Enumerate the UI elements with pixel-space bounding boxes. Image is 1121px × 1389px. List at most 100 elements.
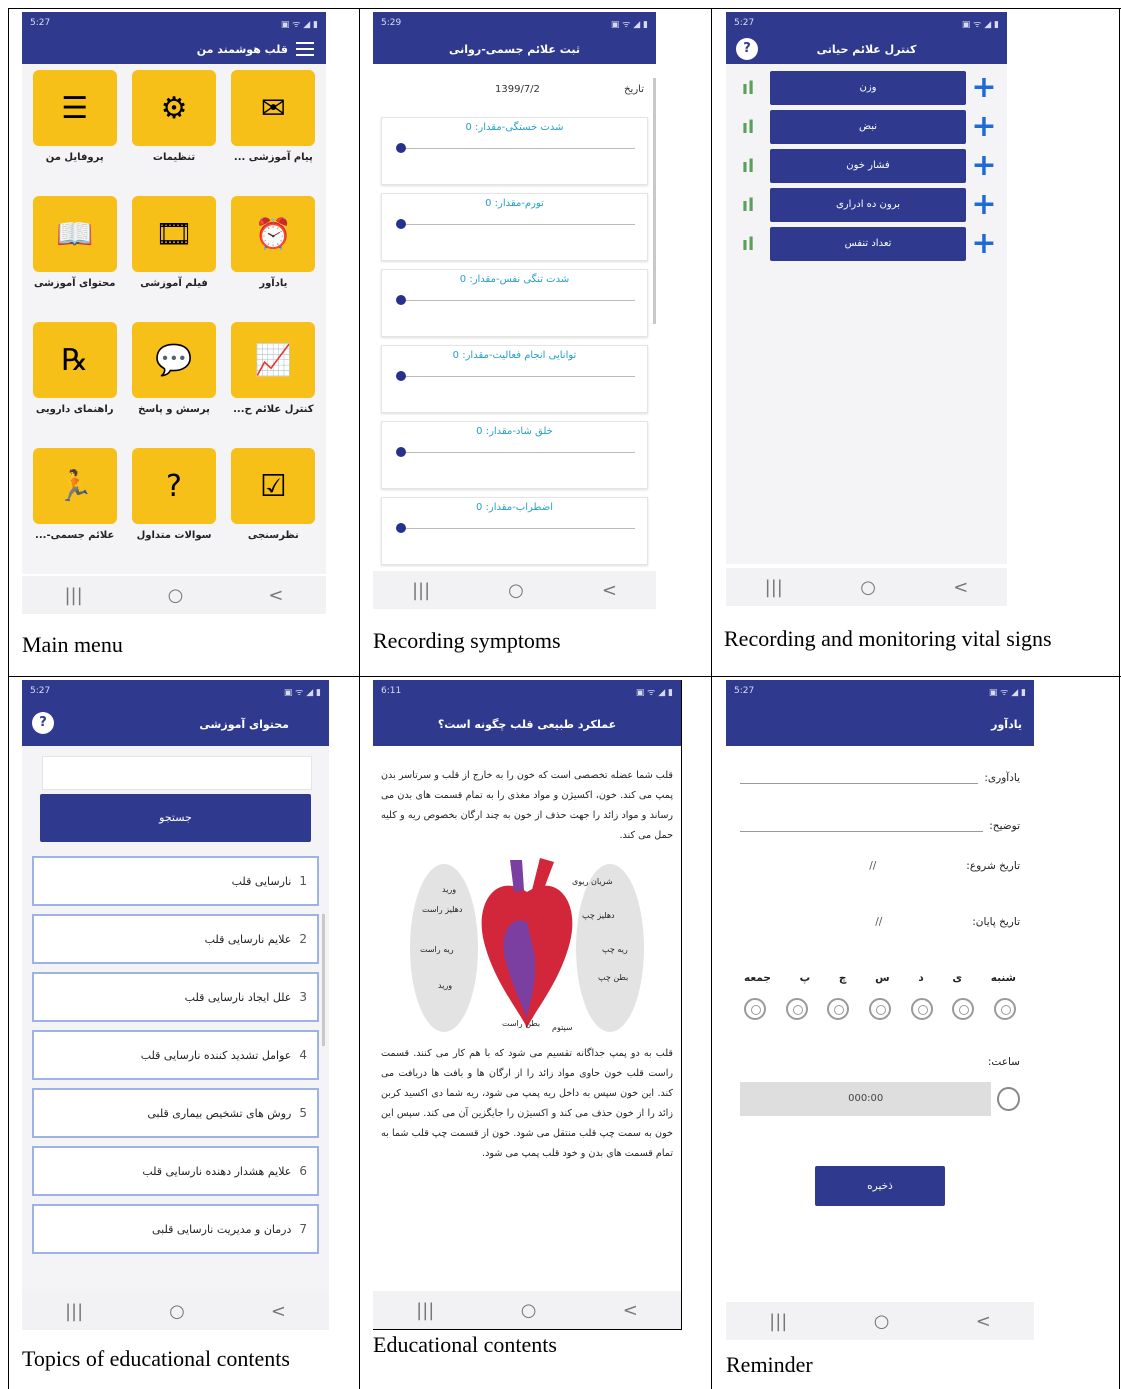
- menu-item[interactable]: 💬 پرسش و پاسخ: [129, 322, 218, 442]
- slider-track[interactable]: [398, 148, 635, 149]
- search-input[interactable]: [42, 756, 312, 790]
- recents-button[interactable]: |||: [769, 1311, 787, 1332]
- scrollbar[interactable]: [322, 914, 325, 1046]
- end-date-label: تاریخ پایان:: [972, 916, 1020, 928]
- add-icon[interactable]: +: [966, 112, 1002, 142]
- menu-item[interactable]: ☰ پروفایل من: [30, 70, 119, 190]
- menu-item[interactable]: ✉ پیام آموزشی ...: [229, 70, 318, 190]
- menu-item-icon: ℞: [32, 322, 117, 398]
- status-icons: ▣ ᯤ ◢ ▮: [988, 687, 1026, 698]
- slider-thumb[interactable]: [396, 295, 406, 305]
- home-button[interactable]: ○: [874, 1311, 890, 1332]
- weekday-radio[interactable]: [785, 998, 808, 1020]
- back-button[interactable]: <: [602, 580, 617, 601]
- topic-item[interactable]: 5 روش های تشخیص بیماری قلبی: [32, 1088, 319, 1138]
- end-date-value[interactable]: //: [875, 916, 882, 928]
- add-icon[interactable]: +: [966, 229, 1002, 259]
- menu-item[interactable]: 🎞 فیلم آموزشی: [129, 196, 218, 316]
- home-button[interactable]: ○: [860, 577, 876, 598]
- menu-item[interactable]: 📈 کنترل علائم ح...: [229, 322, 318, 442]
- recents-button[interactable]: |||: [412, 580, 430, 601]
- topic-item[interactable]: 2 علایم نارسایی قلب: [32, 914, 319, 964]
- article-paragraph-2: قلب به دو پمپ جداگانه تقسیم می شود که با…: [381, 1048, 673, 1159]
- vital-sign-button[interactable]: فشار خون: [770, 149, 966, 183]
- hamburger-menu-icon[interactable]: [296, 42, 314, 56]
- slider-thumb[interactable]: [396, 371, 406, 381]
- topic-item[interactable]: 6 علایم هشدار دهنده نارسایی قلب: [32, 1146, 319, 1196]
- menu-item[interactable]: ℞ راهنمای دارویی: [30, 322, 119, 442]
- chart-icon[interactable]: ıl: [726, 117, 770, 138]
- caption-reminder: Reminder: [726, 1352, 813, 1377]
- back-button[interactable]: <: [953, 577, 968, 598]
- add-icon[interactable]: +: [966, 190, 1002, 220]
- chart-icon[interactable]: ıl: [726, 195, 770, 216]
- recents-button[interactable]: |||: [65, 1301, 83, 1322]
- vital-sign-button[interactable]: وزن: [770, 71, 966, 105]
- back-button[interactable]: <: [623, 1300, 638, 1321]
- date-value[interactable]: 1399/7/2: [495, 84, 540, 95]
- topic-item[interactable]: 4 عوامل تشدید کننده نارسایی قلب: [32, 1030, 319, 1080]
- status-time: 5:27: [734, 686, 755, 696]
- vital-sign-button[interactable]: تعداد تنفس: [770, 227, 966, 261]
- diagram-label: دهلیز چپ: [582, 911, 615, 920]
- slider-track[interactable]: [398, 452, 635, 453]
- recents-button[interactable]: |||: [64, 585, 82, 606]
- weekday-radio[interactable]: [910, 998, 933, 1020]
- vital-sign-button[interactable]: برون ده ادراری: [770, 188, 966, 222]
- home-button[interactable]: ○: [521, 1300, 537, 1321]
- time-input[interactable]: 000:00: [740, 1082, 992, 1116]
- topic-item[interactable]: 7 درمان و مدیریت نارسایی قلبی: [32, 1204, 319, 1254]
- recents-button[interactable]: |||: [765, 577, 783, 598]
- menu-item[interactable]: ☑ نظرسنجی: [229, 448, 318, 568]
- slider-thumb[interactable]: [396, 219, 406, 229]
- slider-thumb[interactable]: [396, 143, 406, 153]
- menu-item-label: نظرسنجی: [247, 530, 299, 541]
- chart-icon[interactable]: ıl: [726, 234, 770, 255]
- help-icon[interactable]: ?: [32, 712, 54, 734]
- weekday-radio[interactable]: [952, 998, 975, 1020]
- slider-thumb[interactable]: [396, 523, 406, 533]
- slider-thumb[interactable]: [396, 447, 406, 457]
- home-button[interactable]: ○: [169, 1301, 185, 1322]
- weekday-radio[interactable]: [744, 998, 767, 1020]
- menu-item[interactable]: 📖 محتوای آموزشی: [30, 196, 119, 316]
- slider-track[interactable]: [398, 224, 635, 225]
- back-button[interactable]: <: [271, 1301, 286, 1322]
- search-button[interactable]: جستجو: [40, 794, 311, 842]
- topic-title: علل ایجاد نارسایی قلب: [184, 990, 292, 1004]
- topic-number: 3: [299, 990, 307, 1004]
- menu-item[interactable]: ⏰ یادآور: [229, 196, 318, 316]
- vital-sign-row: ıl فشار خون +: [726, 148, 1007, 184]
- topic-item[interactable]: 1 نارسایی قلب: [32, 856, 319, 906]
- menu-item[interactable]: ⚙ تنظیمات: [129, 70, 218, 190]
- chart-icon[interactable]: ıl: [726, 78, 770, 99]
- status-time: 5:29: [381, 18, 402, 28]
- menu-item-icon: 📖: [32, 196, 117, 272]
- clock-icon[interactable]: [997, 1087, 1020, 1111]
- description-input[interactable]: [740, 812, 984, 832]
- save-button[interactable]: ذخیره: [815, 1166, 945, 1206]
- weekday-radio[interactable]: [994, 998, 1016, 1020]
- chart-icon[interactable]: ıl: [726, 156, 770, 177]
- vital-sign-button[interactable]: نبض: [770, 110, 966, 144]
- weekday-radio[interactable]: [869, 998, 892, 1020]
- menu-item[interactable]: 🏃 علائم جسمی-...: [30, 448, 119, 568]
- reminder-input[interactable]: [740, 764, 979, 784]
- scrollbar[interactable]: [653, 78, 656, 324]
- home-button[interactable]: ○: [168, 585, 184, 606]
- symptom-label: توانایی انجام فعالیت-مقدار: 0: [452, 350, 577, 361]
- back-button[interactable]: <: [268, 585, 283, 606]
- slider-track[interactable]: [398, 376, 635, 377]
- help-icon[interactable]: ?: [736, 38, 758, 60]
- back-button[interactable]: <: [976, 1311, 991, 1332]
- topic-item[interactable]: 3 علل ایجاد نارسایی قلب: [32, 972, 319, 1022]
- menu-item[interactable]: ? سوالات متداول: [129, 448, 218, 568]
- slider-track[interactable]: [398, 528, 635, 529]
- home-button[interactable]: ○: [508, 580, 524, 601]
- start-date-value[interactable]: //: [869, 860, 876, 872]
- add-icon[interactable]: +: [966, 73, 1002, 103]
- weekday-radio[interactable]: [827, 998, 850, 1020]
- add-icon[interactable]: +: [966, 151, 1002, 181]
- recents-button[interactable]: |||: [416, 1300, 434, 1321]
- slider-track[interactable]: [398, 300, 635, 301]
